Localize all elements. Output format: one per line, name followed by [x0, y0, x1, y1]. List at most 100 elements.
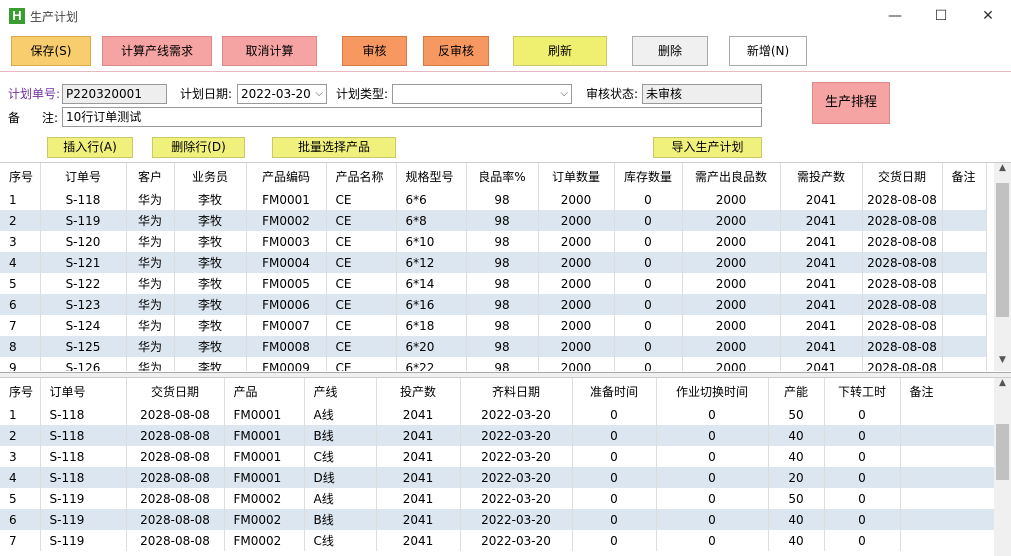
- table-cell[interactable]: [942, 231, 987, 252]
- table-cell[interactable]: 2028-08-08: [862, 231, 943, 252]
- table-row[interactable]: 6 S-119 2028-08-08 FM0002 B线 2041 2022-03-20 0 0…: [0, 509, 995, 530]
- table-cell[interactable]: 2028-08-08: [862, 252, 943, 273]
- table-cell[interactable]: B线: [304, 425, 377, 446]
- table-cell[interactable]: [900, 446, 995, 467]
- table-cell[interactable]: 李牧: [174, 294, 247, 315]
- table-row[interactable]: 7 S-124 华为 李牧 FM0007 CE 6*18 98 2000 0 2000 2041 202…: [0, 315, 987, 336]
- table-cell[interactable]: CE: [326, 252, 397, 273]
- table-cell[interactable]: 2000: [538, 231, 615, 252]
- table-cell[interactable]: 2000: [682, 273, 781, 294]
- table-cell[interactable]: 2041: [780, 189, 863, 210]
- table-cell[interactable]: 40: [768, 425, 825, 446]
- table-cell[interactable]: 2000: [538, 252, 615, 273]
- column-header[interactable]: 需产出良品数: [682, 163, 781, 189]
- table-cell[interactable]: 2028-08-08: [862, 294, 943, 315]
- table-cell[interactable]: 2028-08-08: [126, 530, 225, 551]
- table-cell[interactable]: FM0006: [246, 294, 327, 315]
- column-header[interactable]: 产线: [304, 378, 377, 404]
- table-cell[interactable]: [900, 467, 995, 488]
- column-header[interactable]: 作业切换时间: [656, 378, 769, 404]
- table-cell[interactable]: 98: [466, 210, 539, 231]
- delete-row-button[interactable]: 删除行(D): [152, 137, 245, 158]
- table-cell[interactable]: 40: [768, 446, 825, 467]
- table-cell[interactable]: FM0008: [246, 336, 327, 357]
- column-header[interactable]: 投产数: [376, 378, 461, 404]
- table-cell[interactable]: 0: [824, 404, 901, 425]
- table-cell[interactable]: 2041: [780, 357, 863, 371]
- table-cell[interactable]: 2022-03-20: [460, 467, 573, 488]
- column-header[interactable]: 序号: [0, 378, 41, 404]
- column-header[interactable]: 备注: [942, 163, 987, 189]
- table-cell[interactable]: 2028-08-08: [126, 509, 225, 530]
- table-cell[interactable]: S-123: [40, 294, 127, 315]
- table-cell[interactable]: FM0001: [246, 189, 327, 210]
- table-cell[interactable]: 0: [614, 273, 683, 294]
- table-cell[interactable]: 0: [614, 315, 683, 336]
- table-cell[interactable]: 0: [824, 467, 901, 488]
- table-cell[interactable]: 2041: [780, 231, 863, 252]
- table-cell[interactable]: S-126: [40, 357, 127, 371]
- table-cell[interactable]: 2000: [682, 252, 781, 273]
- table-cell[interactable]: 2041: [376, 530, 461, 551]
- column-header[interactable]: 产能: [768, 378, 825, 404]
- table-cell[interactable]: S-119: [40, 530, 127, 551]
- table-cell[interactable]: 0: [572, 488, 657, 509]
- maximize-button[interactable]: ☐: [918, 0, 964, 32]
- table-cell[interactable]: 0: [572, 509, 657, 530]
- table-cell[interactable]: 20: [768, 467, 825, 488]
- table-cell[interactable]: 6*22: [396, 357, 467, 371]
- table-cell[interactable]: 2028-08-08: [862, 210, 943, 231]
- column-header[interactable]: 产品编码: [246, 163, 327, 189]
- column-header[interactable]: 序号: [0, 163, 41, 189]
- table-cell[interactable]: [942, 210, 987, 231]
- table-cell[interactable]: 2028-08-08: [862, 357, 943, 371]
- table-cell[interactable]: 李牧: [174, 273, 247, 294]
- column-header[interactable]: 需投产数: [780, 163, 863, 189]
- delete-button[interactable]: 删除: [632, 36, 708, 66]
- table-cell[interactable]: [942, 273, 987, 294]
- scroll-up-icon[interactable]: ▲: [994, 378, 1011, 388]
- table-cell[interactable]: 2041: [780, 315, 863, 336]
- table-cell[interactable]: 6*14: [396, 273, 467, 294]
- add-button[interactable]: 新增(N): [729, 36, 807, 66]
- insert-row-button[interactable]: 插入行(A): [47, 137, 133, 158]
- table-cell[interactable]: 0: [824, 425, 901, 446]
- table-cell[interactable]: 0: [824, 446, 901, 467]
- table-cell[interactable]: 华为: [126, 336, 175, 357]
- table-cell[interactable]: 5: [0, 488, 41, 509]
- table-cell[interactable]: S-119: [40, 509, 127, 530]
- table-cell[interactable]: 2000: [682, 294, 781, 315]
- table-cell[interactable]: 华为: [126, 273, 175, 294]
- table-cell[interactable]: FM0005: [246, 273, 327, 294]
- table-cell[interactable]: 2000: [682, 189, 781, 210]
- table-cell[interactable]: 98: [466, 294, 539, 315]
- table-cell[interactable]: 40: [768, 530, 825, 551]
- table-cell[interactable]: 华为: [126, 210, 175, 231]
- cancel-calc-button[interactable]: 取消计算: [222, 36, 317, 66]
- column-header[interactable]: 备注: [900, 378, 995, 404]
- table-cell[interactable]: FM0001: [224, 446, 305, 467]
- table-cell[interactable]: 2041: [780, 252, 863, 273]
- table-cell[interactable]: 6: [0, 294, 41, 315]
- scroll-down-icon[interactable]: ▼: [994, 355, 1011, 365]
- table-cell[interactable]: 0: [614, 189, 683, 210]
- table-cell[interactable]: 2000: [682, 336, 781, 357]
- table-cell[interactable]: 2041: [376, 446, 461, 467]
- plan-date-picker[interactable]: 2022-03-20 ⌵: [237, 84, 327, 104]
- batch-select-products-button[interactable]: 批量选择产品: [272, 137, 396, 158]
- column-header[interactable]: 产品: [224, 378, 305, 404]
- table-cell[interactable]: 0: [572, 467, 657, 488]
- table-cell[interactable]: S-119: [40, 488, 127, 509]
- table-cell[interactable]: 6*16: [396, 294, 467, 315]
- table-cell[interactable]: 2028-08-08: [862, 189, 943, 210]
- table-cell[interactable]: 0: [656, 509, 769, 530]
- table-cell[interactable]: 2041: [780, 273, 863, 294]
- save-button[interactable]: 保存(S): [11, 36, 91, 66]
- table-cell[interactable]: 2000: [538, 273, 615, 294]
- table-cell[interactable]: 2028-08-08: [862, 315, 943, 336]
- table-cell[interactable]: 6*20: [396, 336, 467, 357]
- table-cell[interactable]: S-118: [40, 446, 127, 467]
- table-cell[interactable]: 2: [0, 425, 41, 446]
- table-cell[interactable]: FM0002: [246, 210, 327, 231]
- order-grid-scrollbar[interactable]: ▲ ▼: [994, 163, 1011, 371]
